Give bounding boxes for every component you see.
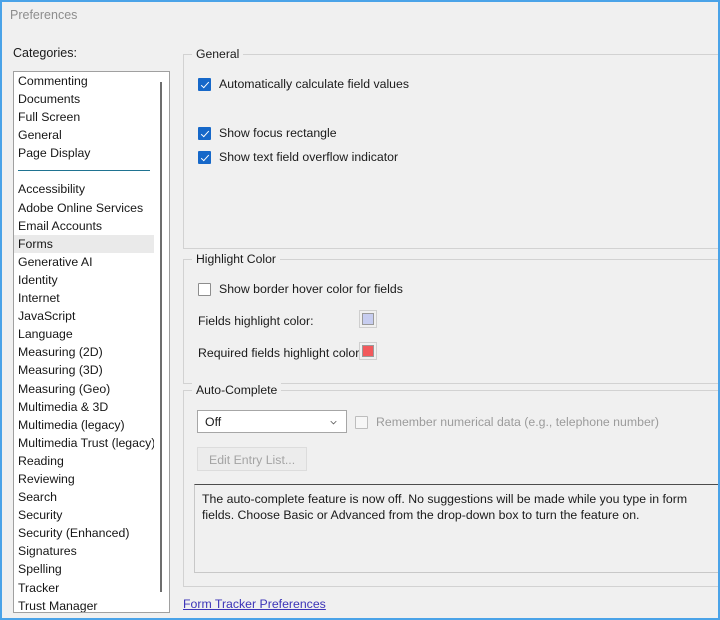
sidebar-item-full-screen[interactable]: Full Screen [14,108,154,126]
sidebar-item-measuring-2d[interactable]: Measuring (2D) [14,343,154,361]
overflow-indicator-checkbox[interactable] [198,150,211,164]
auto-calculate-checkbox[interactable] [198,77,211,91]
highlight-color-group-legend: Highlight Color [192,252,280,266]
title-bar: Preferences [2,0,718,30]
sidebar-item-documents[interactable]: Documents [14,90,154,108]
categories-scrollbar[interactable] [154,72,169,612]
settings-panel: General Automatically calculate field va… [183,42,718,587]
sidebar-item-internet[interactable]: Internet [14,289,154,307]
sidebar-item-identity[interactable]: Identity [14,271,154,289]
sidebar-item-reviewing[interactable]: Reviewing [14,470,154,488]
general-group-legend: General [192,47,244,61]
remember-numerical-label: Remember numerical data (e.g., telephone… [376,415,659,429]
sidebar-item-security[interactable]: Security [14,506,154,524]
chevron-down-icon [330,420,337,425]
required-highlight-swatch[interactable] [359,342,377,360]
border-hover-checkbox[interactable] [198,282,211,296]
sidebar-item-generative-ai[interactable]: Generative AI [14,253,154,271]
focus-rectangle-label: Show focus rectangle [219,126,337,140]
sidebar-item-multimedia-trust-legacy[interactable]: Multimedia Trust (legacy) [14,434,154,452]
sidebar-item-tracker[interactable]: Tracker [14,579,154,597]
focus-rectangle-row[interactable]: Show focus rectangle [198,126,337,140]
sidebar-item-multimedia-3d[interactable]: Multimedia & 3D [14,398,154,416]
sidebar-item-measuring-3d[interactable]: Measuring (3D) [14,361,154,379]
fields-highlight-swatch[interactable] [359,310,377,328]
border-hover-label: Show border hover color for fields [219,282,403,296]
general-group: General Automatically calculate field va… [183,47,718,249]
categories-separator-line [18,170,150,172]
categories-scrollbar-thumb[interactable] [160,82,162,592]
overflow-indicator-row[interactable]: Show text field overflow indicator [198,150,398,164]
sidebar-item-trust-manager[interactable]: Trust Manager [14,597,154,612]
remember-numerical-row[interactable]: Remember numerical data (e.g., telephone… [355,415,659,429]
sidebar-item-security-enhanced[interactable]: Security (Enhanced) [14,524,154,542]
auto-complete-group: Auto-Complete Off Remember numerical dat… [183,383,718,587]
preferences-window: Preferences Categories: Commenting Docume… [0,0,720,620]
auto-complete-description-box: The auto-complete feature is now off. No… [194,484,718,573]
overflow-indicator-label: Show text field overflow indicator [219,150,399,164]
border-hover-row[interactable]: Show border hover color for fields [198,282,403,296]
auto-complete-group-legend: Auto-Complete [192,383,282,397]
sidebar-item-spelling[interactable]: Spelling [14,560,154,578]
required-highlight-label: Required fields highlight color: [198,346,363,360]
auto-complete-mode-select[interactable]: Off [197,410,347,433]
sidebar-item-adobe-online-services[interactable]: Adobe Online Services [14,199,154,217]
categories-list[interactable]: Commenting Documents Full Screen General Pag… [13,71,170,613]
sidebar-item-language[interactable]: Language [14,325,154,343]
sidebar-item-commenting[interactable]: Commenting [14,72,154,90]
auto-complete-mode-value: Off [205,414,222,429]
auto-calculate-row[interactable]: Automatically calculate field values [198,77,409,91]
categories-separator [14,162,154,180]
sidebar-item-multimedia-legacy[interactable]: Multimedia (legacy) [14,416,154,434]
auto-complete-description-text: The auto-complete feature is now off. No… [202,492,688,522]
sidebar-item-javascript[interactable]: JavaScript [14,307,154,325]
highlight-color-group: Highlight Color Show border hover color … [183,252,718,384]
categories-list-inner: Commenting Documents Full Screen General Pag… [14,72,154,612]
remember-numerical-checkbox[interactable] [355,415,368,429]
sidebar-item-page-display[interactable]: Page Display [14,144,154,162]
sidebar-item-email-accounts[interactable]: Email Accounts [14,217,154,235]
edit-entry-list-button[interactable]: Edit Entry List... [197,447,308,471]
sidebar-item-general[interactable]: General [14,126,154,144]
required-highlight-swatch-fill [362,345,374,357]
sidebar-item-forms[interactable]: Forms [14,234,154,253]
form-tracker-preferences-link[interactable]: Form Tracker Preferences [183,597,326,611]
categories-label: Categories: [13,46,77,60]
auto-calculate-label: Automatically calculate field values [219,77,410,91]
sidebar-item-accessibility[interactable]: Accessibility [14,180,154,198]
fields-highlight-swatch-fill [362,313,374,325]
sidebar-item-measuring-geo[interactable]: Measuring (Geo) [14,380,154,398]
sidebar-item-reading[interactable]: Reading [14,452,154,470]
fields-highlight-label: Fields highlight color: [198,314,314,328]
sidebar-item-signatures[interactable]: Signatures [14,542,154,560]
focus-rectangle-checkbox[interactable] [198,126,211,140]
sidebar-item-search[interactable]: Search [14,488,154,506]
window-title: Preferences [10,8,78,22]
